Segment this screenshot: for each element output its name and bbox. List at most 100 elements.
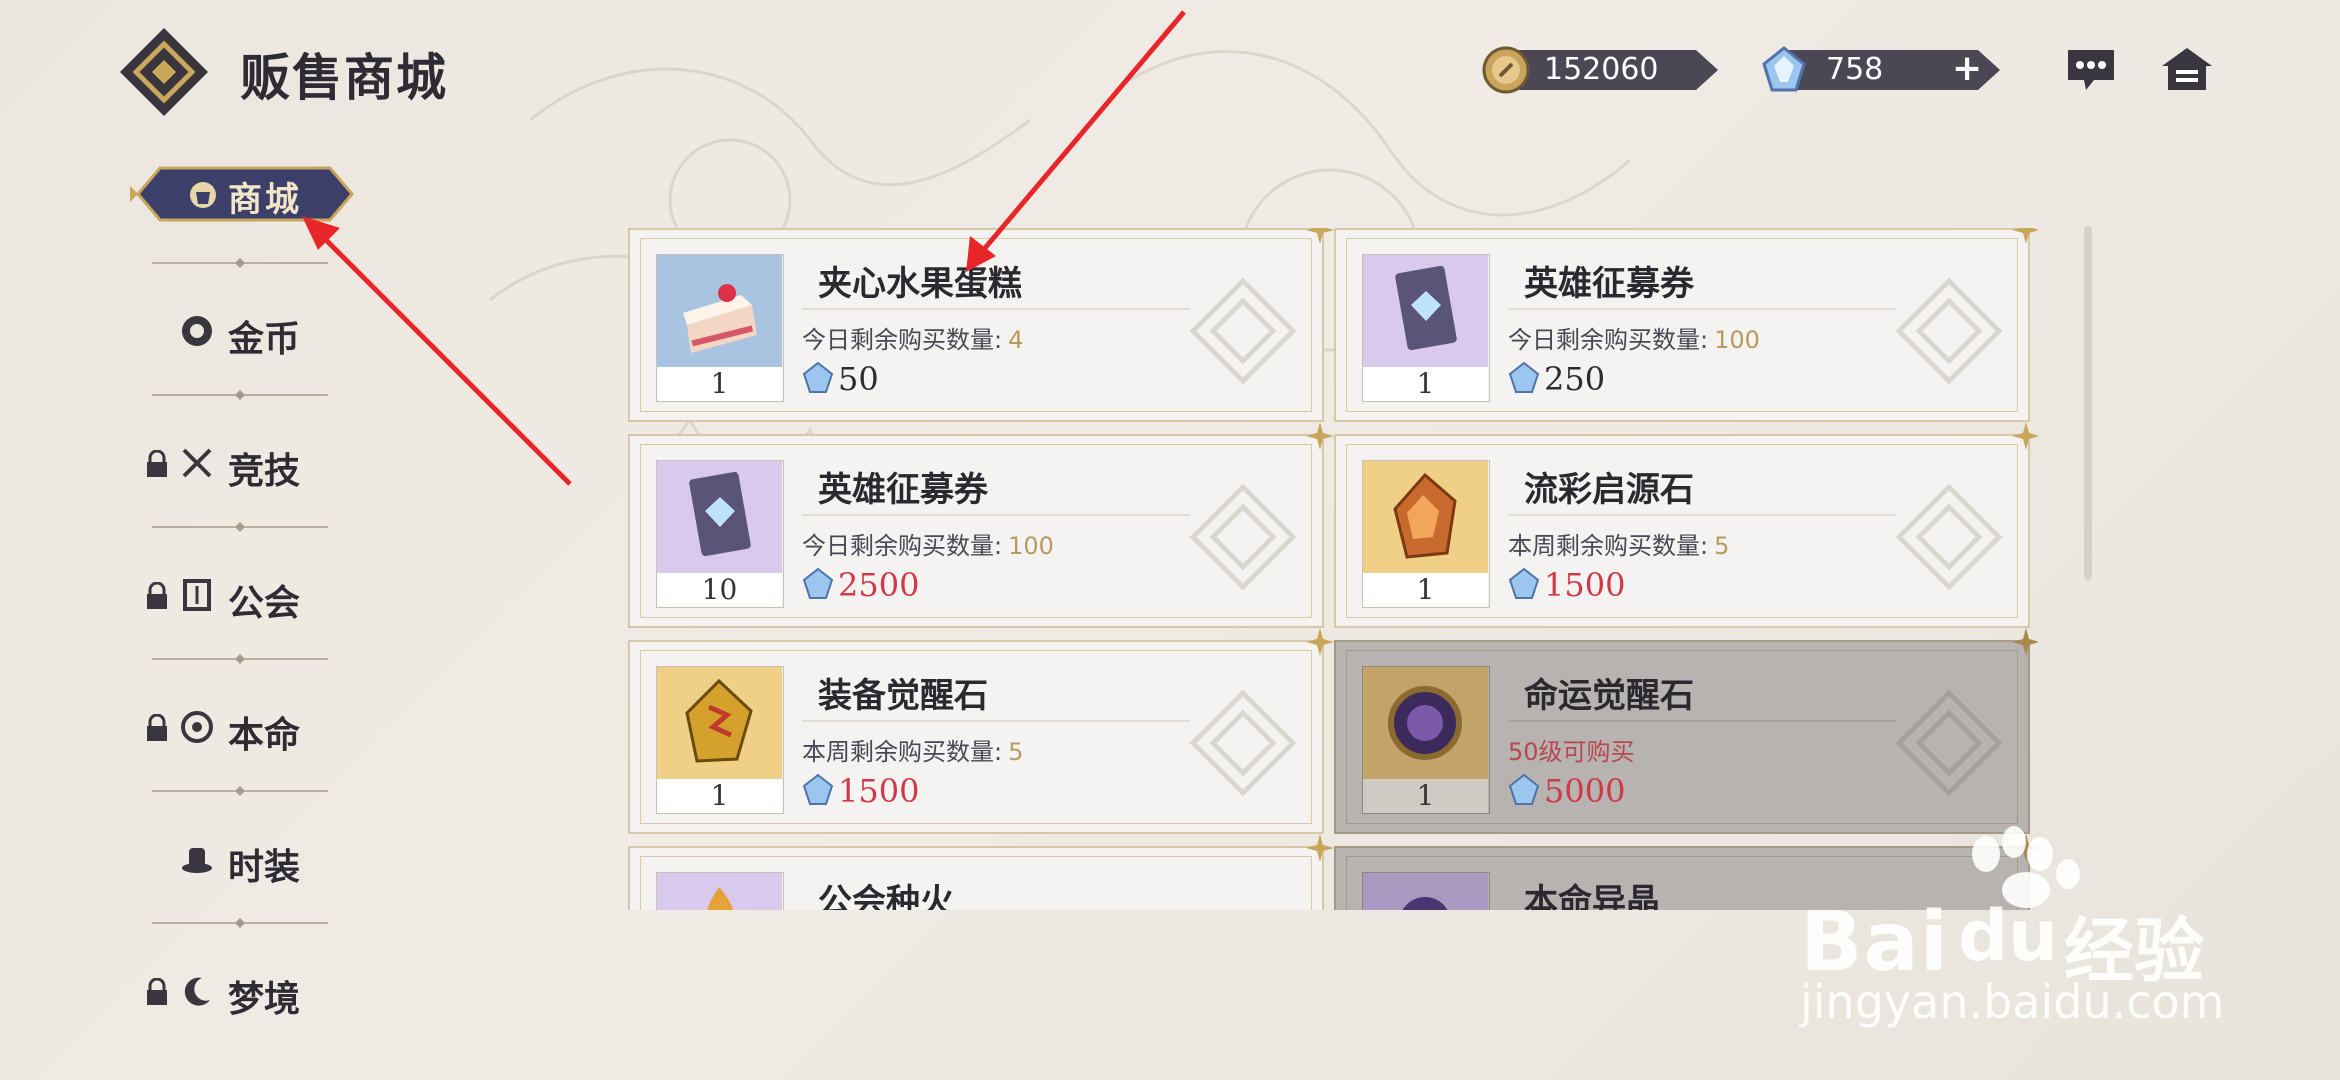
sidebar-item-label: 时装 (228, 846, 301, 888)
moon-icon (184, 977, 210, 1006)
sparkle-icon (1306, 834, 1334, 862)
sidebar-item-shop[interactable]: 商城 (130, 164, 360, 224)
diamond-pattern-icon (1895, 277, 2003, 385)
item-thumbnail: 1 (1362, 460, 1490, 608)
coin-icon (182, 316, 212, 346)
sidebar-divider (152, 786, 328, 796)
purchase-limit-value: 5 (1008, 738, 1024, 766)
sidebar-item-fashion[interactable]: 时装 (140, 828, 360, 888)
item-name: 本命异晶 (1524, 882, 1660, 910)
guild-banner-icon (183, 579, 211, 611)
sidebar-divider (152, 258, 328, 268)
item-quantity: 1 (1363, 573, 1488, 607)
sidebar-item-destiny[interactable]: 本命 (140, 696, 360, 756)
shop-item-card[interactable]: 10 英雄征募券 今日剩余购买数量: 100 2500 (628, 422, 1334, 628)
origin-stone-icon (1363, 461, 1488, 573)
item-thumbnail: 1 (1362, 254, 1490, 402)
sidebar-item-label: 金币 (228, 318, 301, 360)
diamond-pattern-icon (1895, 689, 2003, 797)
sidebar-item-gold[interactable]: 金币 (140, 300, 360, 360)
sparkle-icon (1306, 628, 1334, 656)
chat-icon[interactable] (2064, 46, 2118, 94)
sidebar-divider (152, 522, 328, 532)
fate-awakening-stone-icon (1363, 667, 1488, 779)
sidebar-divider (152, 918, 328, 928)
sidebar-item-arena[interactable]: 竞技 (140, 432, 360, 492)
destiny-crystal-icon (1363, 873, 1488, 910)
item-name: 装备觉醒石 (818, 676, 988, 716)
item-name: 命运觉醒石 (1524, 676, 1694, 716)
shop-item-card[interactable]: 1 命运觉醒石 50级可购买 5000 (1334, 628, 2038, 834)
item-quantity: 10 (657, 573, 782, 607)
item-thumbnail: 1 (656, 666, 784, 814)
sidebar-item-dream[interactable]: 梦境 (140, 960, 360, 1020)
lock-icon (147, 450, 167, 477)
purchase-limit: 本周剩余购买数量: 5 (802, 738, 1024, 766)
shop-item-card[interactable]: 1 夹心水果蛋糕 今日剩余购买数量: 4 50 (628, 228, 1334, 422)
home-icon[interactable] (2160, 46, 2214, 94)
item-name: 英雄征募券 (818, 470, 988, 510)
diamond-pattern-icon (1189, 689, 1297, 797)
recruit-ticket-icon (657, 461, 782, 573)
sparkle-icon (1306, 422, 1334, 450)
recruit-ticket-icon (1363, 255, 1488, 367)
hat-icon (182, 848, 212, 873)
gold-coin-icon (1482, 46, 1530, 94)
purchase-limit: 今日剩余购买数量: 4 (802, 326, 1024, 354)
sidebar-item-label: 商城 (228, 180, 302, 220)
purchase-limit: 今日剩余购买数量: 100 (1508, 326, 1760, 354)
gem-icon (802, 568, 834, 599)
gem-amount: 758 (1826, 52, 1884, 87)
item-thumbnail: 10 (656, 460, 784, 608)
destiny-emblem-icon (181, 711, 213, 743)
gold-currency: 152060 (1482, 46, 1718, 94)
item-name: 流彩启源石 (1524, 470, 1694, 510)
shop-item-card[interactable]: 1 流彩启源石 本周剩余购买数量: 5 1500 (1334, 422, 2038, 628)
sidebar-item-label: 本命 (228, 714, 301, 756)
lock-icon (147, 582, 167, 609)
crossed-swords-icon (182, 448, 212, 478)
guild-fire-icon (657, 873, 782, 910)
add-gems-button[interactable]: + (1952, 48, 1982, 89)
item-quantity: 1 (657, 367, 782, 401)
sidebar: 商城 金币 竞技 公会 本命 时装 梦境 (0, 0, 380, 1080)
gold-amount: 152060 (1544, 52, 1659, 87)
shop-item-card[interactable]: 公会种火 (628, 834, 1334, 910)
item-thumbnail: 1 (1362, 666, 1490, 814)
sidebar-item-label: 梦境 (228, 978, 301, 1020)
item-thumbnail (656, 872, 784, 910)
scrollbar[interactable] (2084, 226, 2092, 580)
price-value: 1500 (838, 772, 920, 810)
sparkle-icon (2012, 228, 2038, 244)
gem-icon (802, 774, 834, 805)
shop-item-grid: 1 夹心水果蛋糕 今日剩余购买数量: 4 50 1 英雄征募券 今日剩余购买数量:… (628, 228, 2038, 910)
price-value: 250 (1544, 360, 1606, 398)
sparkle-icon (1306, 228, 1334, 244)
item-thumbnail: 1 (656, 254, 784, 402)
purchase-limit: 今日剩余购买数量: 100 (802, 532, 1054, 560)
diamond-pattern-icon (1189, 277, 1297, 385)
item-thumbnail (1362, 872, 1490, 910)
shop-item-card[interactable]: 1 英雄征募券 今日剩余购买数量: 100 250 (1334, 228, 2038, 422)
price-value: 1500 (1544, 566, 1626, 604)
sidebar-item-label: 竞技 (228, 450, 301, 492)
shop-bag-icon (190, 182, 216, 208)
price-value: 2500 (838, 566, 920, 604)
fruit-cake-icon (657, 255, 782, 367)
sidebar-divider (152, 654, 328, 664)
item-quantity: 1 (1363, 367, 1488, 401)
purchase-limit-value: 100 (1714, 326, 1760, 354)
gem-icon (1762, 46, 1806, 92)
lock-icon (147, 978, 167, 1005)
sidebar-divider (152, 390, 328, 400)
sidebar-item-guild[interactable]: 公会 (140, 564, 360, 624)
sparkle-icon (2012, 628, 2038, 656)
watermark-url: jingyan.baidu.com (1800, 975, 2225, 1029)
sidebar-item-label: 公会 (228, 582, 301, 624)
gem-icon (1508, 362, 1540, 393)
purchase-limit: 本周剩余购买数量: 5 (1508, 532, 1730, 560)
shop-item-card[interactable]: 1 装备觉醒石 本周剩余购买数量: 5 1500 (628, 628, 1334, 834)
gem-icon (1508, 774, 1540, 805)
purchase-limit-value: 5 (1714, 532, 1730, 560)
item-name: 公会种火 (818, 882, 954, 910)
